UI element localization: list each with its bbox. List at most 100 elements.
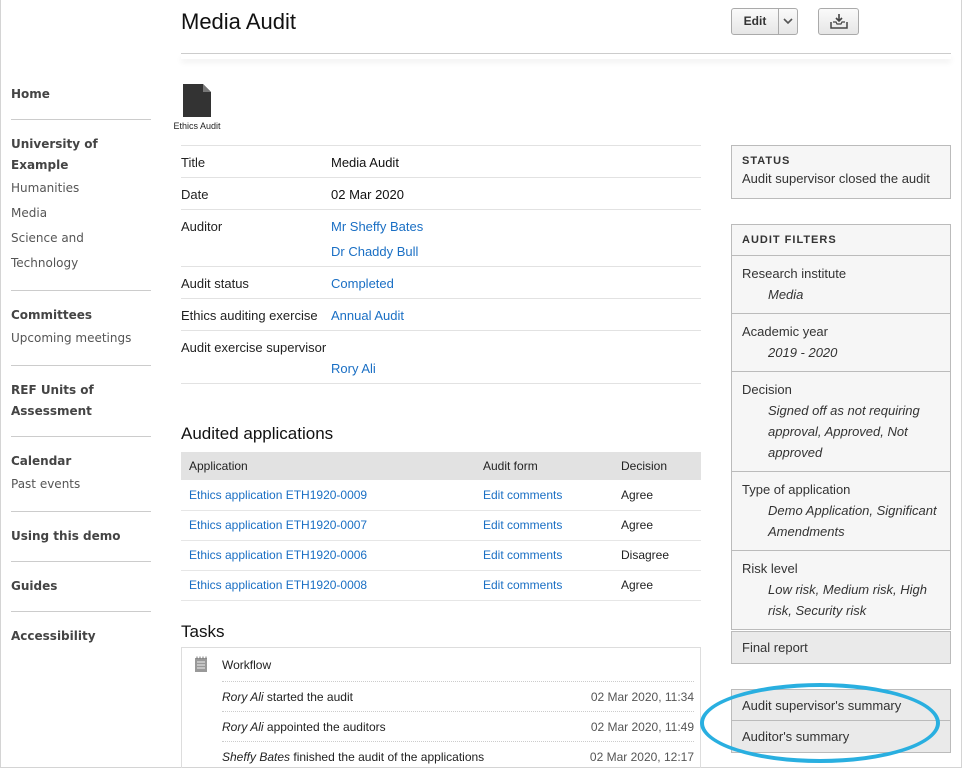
application-link[interactable]: Ethics application ETH1920-0008 [189,578,367,592]
filter-academic-year: Academic year 2019 - 2020 [732,313,950,371]
task-actor: Rory Ali [222,719,264,734]
nav-humanities[interactable]: Humanities [11,176,151,201]
nav-section-ref: REF Units of Assessment [11,380,151,437]
filter-value: Low risk, Medium risk, High risk, Securi… [768,582,927,618]
header-divider [181,53,951,59]
nav-science-technology[interactable]: Science and Technology [11,226,151,276]
filter-value: Demo Application, Significant Amendments [768,503,937,539]
decision-value: Disagree [613,540,701,571]
nav-accessibility[interactable]: Accessibility [11,626,151,647]
edit-button-group: Edit [731,8,798,35]
nav-section-calendar: Calendar Past events [11,451,151,512]
audit-supervisor-summary-button[interactable]: Audit supervisor's summary [731,689,951,721]
workflow-label: Workflow [222,657,272,672]
table-row: Ethics application ETH1920-0008 Edit com… [181,570,701,601]
nav-section-accessibility: Accessibility [11,626,151,661]
download-button[interactable] [818,8,859,35]
application-link[interactable]: Ethics application ETH1920-0006 [189,548,367,562]
table-header-row: Application Audit form Decision [181,452,701,480]
nav-section-university: University of Example Humanities Media S… [11,134,151,291]
filter-value: Signed off as not requiring approval, Ap… [768,403,920,460]
nav-home[interactable]: Home [11,84,151,105]
nav-guides[interactable]: Guides [11,576,151,597]
chevron-down-icon [783,18,793,25]
nav-university[interactable]: University of Example [11,134,151,176]
detail-label: Date [181,187,209,202]
final-report-button[interactable]: Final report [731,631,951,664]
filter-research-institute: Research institute Media [732,255,950,313]
application-link[interactable]: Ethics application ETH1920-0009 [189,488,367,502]
filter-decision: Decision Signed off as not requiring app… [732,371,950,471]
detail-row-exercise: Ethics auditing exercise Annual Audit [181,299,701,331]
status-text: Audit supervisor closed the audit [742,171,930,186]
doc-caption: Ethics Audit [173,121,221,131]
detail-row-auditor: Auditor Mr Sheffy Bates Dr Chaddy Bull [181,210,701,267]
nav-ref-units[interactable]: REF Units of Assessment [11,380,151,422]
task-action: finished the audit of the applications [290,749,485,764]
task-actor: Rory Ali [222,689,264,704]
edit-comments-link[interactable]: Edit comments [483,548,562,562]
supervisor-link[interactable]: Rory Ali [331,359,701,378]
task-row: Rory Ali started the audit 02 Mar 2020, … [222,681,694,711]
applications-table: Application Audit form Decision Ethics a… [181,452,701,601]
detail-value: Mr Sheffy Bates Dr Chaddy Bull [331,217,423,261]
nav-committees[interactable]: Committees [11,305,151,326]
nav-section-guides: Guides [11,576,151,612]
sidebar-nav: Home University of Example Humanities Me… [11,84,151,675]
nav-past-events[interactable]: Past events [11,472,151,497]
document-icon [183,84,211,117]
application-link[interactable]: Ethics application ETH1920-0007 [189,518,367,532]
filter-label: Research institute [742,266,847,281]
detail-label: Audit exercise supervisor [181,340,327,355]
task-text: Sheffy Bates finished the audit of the a… [222,750,484,764]
task-text: Rory Ali started the audit [222,690,353,704]
task-row: Sheffy Bates finished the audit of the a… [222,741,694,768]
col-audit-form: Audit form [475,452,613,480]
auditor-summary-button[interactable]: Auditor's summary [731,721,951,753]
ethics-audit-doc[interactable]: Ethics Audit [172,84,222,131]
edit-comments-link[interactable]: Edit comments [483,518,562,532]
filter-risk-level: Risk level Low risk, Medium risk, High r… [732,550,950,629]
filter-label: Decision [742,382,792,397]
decision-value: Agree [613,510,701,541]
edit-button[interactable]: Edit [732,9,779,34]
exercise-link[interactable]: Annual Audit [331,306,404,325]
auditor-link[interactable]: Mr Sheffy Bates [331,217,423,236]
workflow-header: Workflow [182,648,700,681]
nav-upcoming-meetings[interactable]: Upcoming meetings [11,326,151,351]
tasks-panel: Workflow Rory Ali started the audit 02 M… [181,647,701,768]
filter-application-type: Type of application Demo Application, Si… [732,471,950,550]
edit-dropdown-toggle[interactable] [779,9,797,34]
nav-section-demo: Using this demo [11,526,151,562]
filter-value: Media [768,287,804,302]
notepad-icon [195,656,207,672]
nav-using-demo[interactable]: Using this demo [11,526,151,547]
edit-comments-link[interactable]: Edit comments [483,488,562,502]
task-timestamp: 02 Mar 2020, 12:17 [589,749,694,764]
filter-label: Academic year [742,324,828,339]
detail-label: Auditor [181,219,223,234]
status-link[interactable]: Completed [331,274,394,293]
status-heading: STATUS [742,155,791,167]
page-title: Media Audit [181,9,296,34]
filter-label: Risk level [742,561,798,576]
decision-value: Agree [613,570,701,601]
applications-heading: Audited applications [181,424,334,443]
col-decision: Decision [613,452,701,480]
nav-section-home: Home [11,84,151,120]
decision-value: Agree [613,480,701,511]
detail-label: Audit status [181,276,249,291]
nav-calendar[interactable]: Calendar [11,451,151,472]
table-row: Ethics application ETH1920-0007 Edit com… [181,510,701,541]
edit-comments-link[interactable]: Edit comments [483,578,562,592]
detail-value: 02 Mar 2020 [331,187,404,202]
detail-label: Ethics auditing exercise [181,308,318,323]
tasks-heading: Tasks [181,622,225,641]
auditor-link[interactable]: Dr Chaddy Bull [331,242,423,261]
audit-filters-panel: AUDIT FILTERS Research institute Media A… [731,224,951,630]
nav-media[interactable]: Media [11,201,151,226]
task-action: appointed the auditors [263,719,386,734]
download-tray-icon [829,14,848,29]
detail-row-title: Title Media Audit [181,146,701,178]
col-application: Application [181,452,475,480]
